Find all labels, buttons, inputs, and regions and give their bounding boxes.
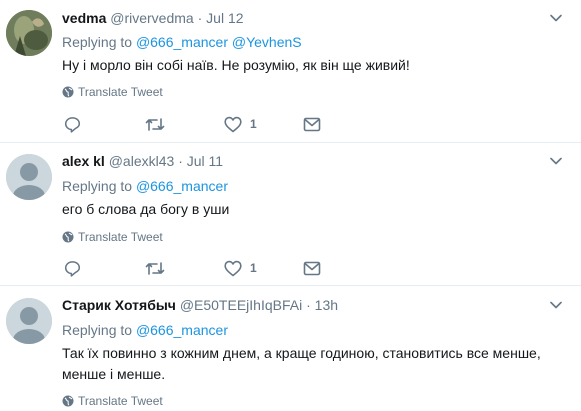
separator: · [306,297,311,313]
username[interactable]: @alexkl43 [109,153,175,169]
heart-icon [224,116,242,132]
tweet-text: Ну і морло він собі наїв. Не розумію, як… [62,57,410,73]
direct-message-button[interactable] [303,113,321,135]
globe-icon [62,395,74,407]
retweet-button[interactable] [145,113,165,135]
translate-tweet-link[interactable]: Translate Tweet [62,393,163,409]
replying-label: Replying to [62,322,133,338]
chevron-down-icon[interactable] [549,11,563,25]
separator: · [197,10,203,26]
mention-link[interactable]: @666_mancer [136,178,228,194]
chevron-down-icon[interactable] [549,154,563,168]
like-button[interactable]: 1 [224,113,257,135]
heart-icon [224,260,242,276]
envelope-icon [303,117,321,131]
replying-to: Replying to @666_mancer [62,177,228,195]
reply-button[interactable] [64,257,81,279]
mention-link[interactable]: @666_mancer [136,34,228,50]
tweet[interactable]: vedma @rivervedma · Jul 12 Replying to @… [0,0,581,143]
tweet-text: Так їх повинно з кожним днем, а краще го… [62,345,541,382]
separator: · [178,153,183,169]
tweet-actions: 1 [62,113,342,135]
reply-button[interactable] [64,113,81,135]
globe-icon [62,86,74,98]
timestamp[interactable]: 13h [315,297,338,313]
display-name[interactable]: Старик Хотябыч [62,297,176,313]
tweet-header: vedma @rivervedma · Jul 12 [62,9,244,27]
avatar-image [6,10,52,56]
tweet-header: Старик Хотябыч @E50TEEjIhIqBFAi · 13h [62,296,338,314]
translate-label: Translate Tweet [78,230,163,244]
tweet-header: alex kl @alexkl43 · Jul 11 [62,152,223,170]
display-name[interactable]: vedma [62,10,106,26]
replying-label: Replying to [62,178,133,194]
direct-message-button[interactable] [303,257,321,279]
like-count: 1 [250,261,257,275]
translate-label: Translate Tweet [78,394,163,408]
default-avatar-icon [6,154,52,200]
username[interactable]: @rivervedma [110,10,193,26]
translate-label: Translate Tweet [78,85,163,99]
avatar[interactable] [6,154,52,200]
reply-icon [64,260,81,277]
timestamp[interactable]: Jul 11 [187,153,223,169]
translate-tweet-link[interactable]: Translate Tweet [62,229,163,245]
avatar[interactable] [6,298,52,344]
like-count: 1 [250,117,257,131]
tweet-actions: 1 [62,257,342,279]
retweet-icon [145,261,165,275]
tweet[interactable]: alex kl @alexkl43 · Jul 11 Replying to @… [0,143,581,286]
translate-tweet-link[interactable]: Translate Tweet [62,84,163,100]
chevron-down-icon[interactable] [549,298,563,312]
retweet-icon [145,117,165,131]
replying-to: Replying to @666_mancer @YevhenS [62,33,302,51]
envelope-icon [303,261,321,275]
timestamp[interactable]: Jul 12 [206,10,243,26]
mention-link[interactable]: @666_mancer [136,322,228,338]
display-name[interactable]: alex kl [62,153,105,169]
reply-icon [64,116,81,133]
retweet-button[interactable] [145,257,165,279]
replying-label: Replying to [62,34,133,50]
default-avatar-icon [6,298,52,344]
tweet-text: его б слова да богу в уши [62,201,230,217]
replying-to: Replying to @666_mancer [62,321,228,339]
avatar[interactable] [6,10,52,56]
mention-link[interactable]: @YevhenS [232,34,302,50]
like-button[interactable]: 1 [224,257,257,279]
globe-icon [62,231,74,243]
username[interactable]: @E50TEEjIhIqBFAi [180,297,302,313]
tweet[interactable]: Старик Хотябыч @E50TEEjIhIqBFAi · 13h Re… [0,286,581,411]
